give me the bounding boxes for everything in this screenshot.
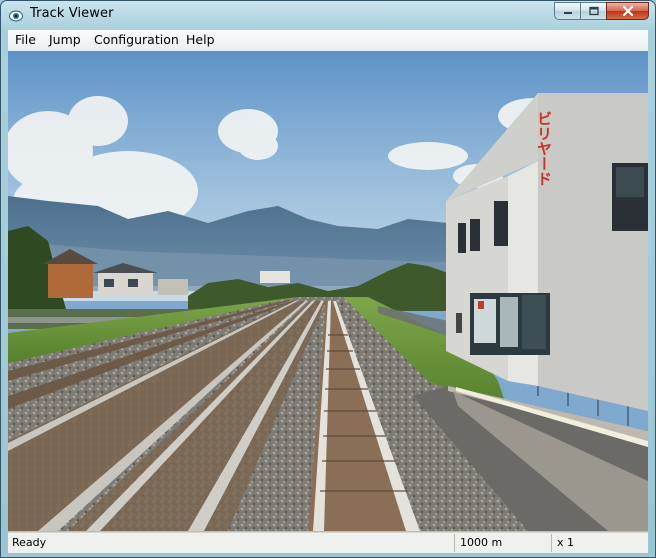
window-title: Track Viewer — [30, 6, 114, 21]
status-bar: Ready 1000 m x 1 — [8, 532, 648, 553]
track-viewport[interactable]: ビリヤード — [8, 51, 648, 531]
app-window: Track Viewer File Jump Configuration Hel… — [0, 0, 656, 558]
distance-readout: 1000 m — [460, 536, 503, 549]
close-button[interactable] — [606, 2, 649, 20]
speed-readout: x 1 — [557, 536, 575, 549]
minimize-button[interactable] — [554, 2, 580, 20]
menu-help[interactable]: Help — [186, 32, 215, 47]
maximize-icon — [588, 6, 599, 16]
eye-icon — [9, 8, 23, 22]
railway-scene: ビリヤード — [8, 51, 648, 531]
menu-bar: File Jump Configuration Help — [8, 30, 648, 52]
close-icon — [622, 5, 633, 17]
menu-file[interactable]: File — [15, 32, 36, 47]
caption-buttons — [554, 2, 649, 21]
menu-configuration[interactable]: Configuration — [94, 32, 179, 47]
maximize-button[interactable] — [580, 2, 606, 20]
status-separator — [454, 534, 455, 552]
minimize-icon — [563, 12, 572, 14]
title-bar[interactable]: Track Viewer — [1, 1, 655, 29]
menu-jump[interactable]: Jump — [49, 32, 81, 47]
status-separator — [551, 534, 552, 552]
status-text: Ready — [12, 536, 47, 549]
signage-text: ビリヤード — [535, 111, 553, 186]
